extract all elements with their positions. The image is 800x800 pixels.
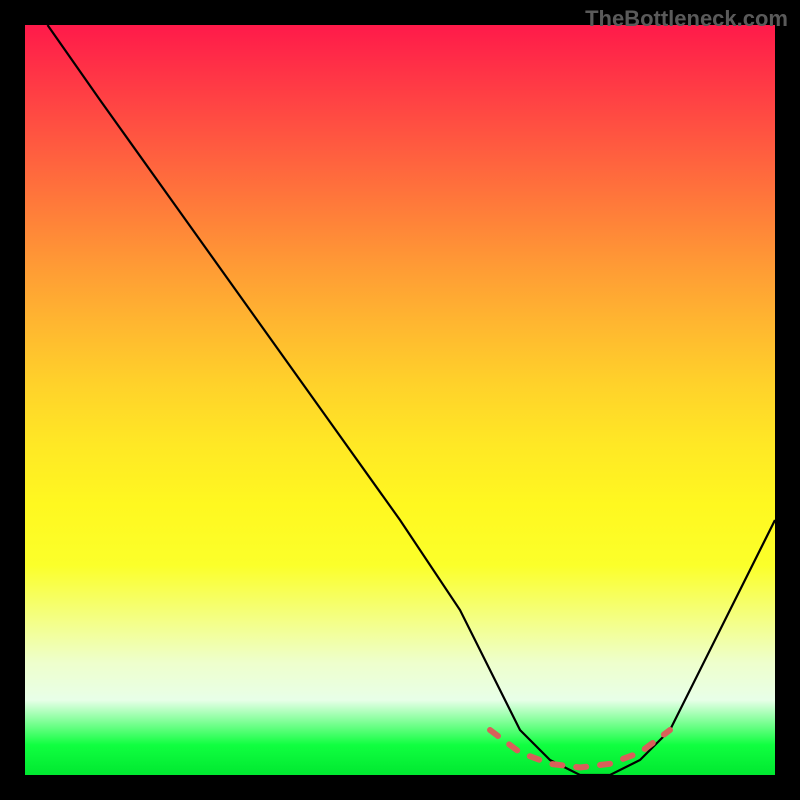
bottleneck-dashed-region (490, 730, 670, 768)
watermark-text: TheBottleneck.com (585, 6, 788, 32)
bottleneck-curve-line (48, 25, 776, 775)
chart-svg (25, 25, 775, 775)
chart-plot-area (25, 25, 775, 775)
